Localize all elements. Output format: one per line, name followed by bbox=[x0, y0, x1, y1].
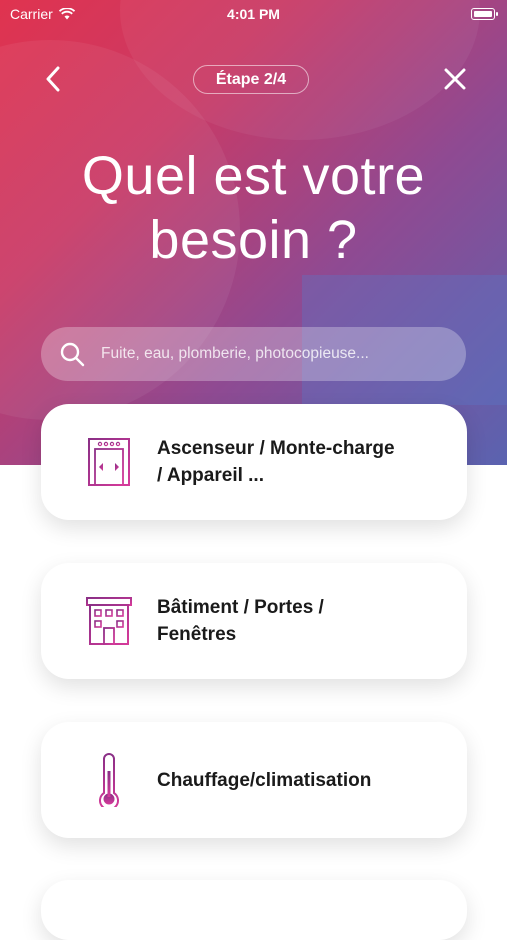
search-input[interactable] bbox=[99, 344, 443, 364]
category-card-batiment[interactable]: Bâtiment / Portes / Fenêtres bbox=[41, 563, 467, 679]
page-title: Quel est votre besoin ? bbox=[81, 146, 426, 270]
close-button[interactable] bbox=[440, 64, 470, 94]
chevron-left-icon bbox=[46, 66, 60, 92]
category-card-partial[interactable] bbox=[41, 880, 467, 940]
category-label: Chauffage/climatisation bbox=[157, 769, 372, 791]
category-card-ascenseur[interactable]: Ascenseur / Monte-charge / Appareil ... bbox=[41, 404, 467, 520]
battery-icon bbox=[471, 8, 498, 20]
search-bar[interactable] bbox=[41, 327, 466, 381]
category-card-chauffage[interactable]: Chauffage/climatisation bbox=[41, 722, 467, 838]
category-label: Bâtiment / Portes / Fenêtres bbox=[157, 597, 324, 645]
search-icon bbox=[59, 341, 85, 367]
clock: 4:01 PM bbox=[227, 6, 280, 22]
elevator-icon bbox=[79, 432, 139, 492]
back-button[interactable] bbox=[38, 64, 68, 94]
status-bar: Carrier 4:01 PM bbox=[0, 0, 507, 28]
close-icon bbox=[444, 68, 466, 90]
building-icon bbox=[79, 591, 139, 651]
step-indicator: Étape 2/4 bbox=[193, 65, 309, 94]
category-label: Ascenseur / Monte-charge / Appareil ... bbox=[157, 438, 395, 486]
thermometer-icon bbox=[79, 750, 139, 810]
